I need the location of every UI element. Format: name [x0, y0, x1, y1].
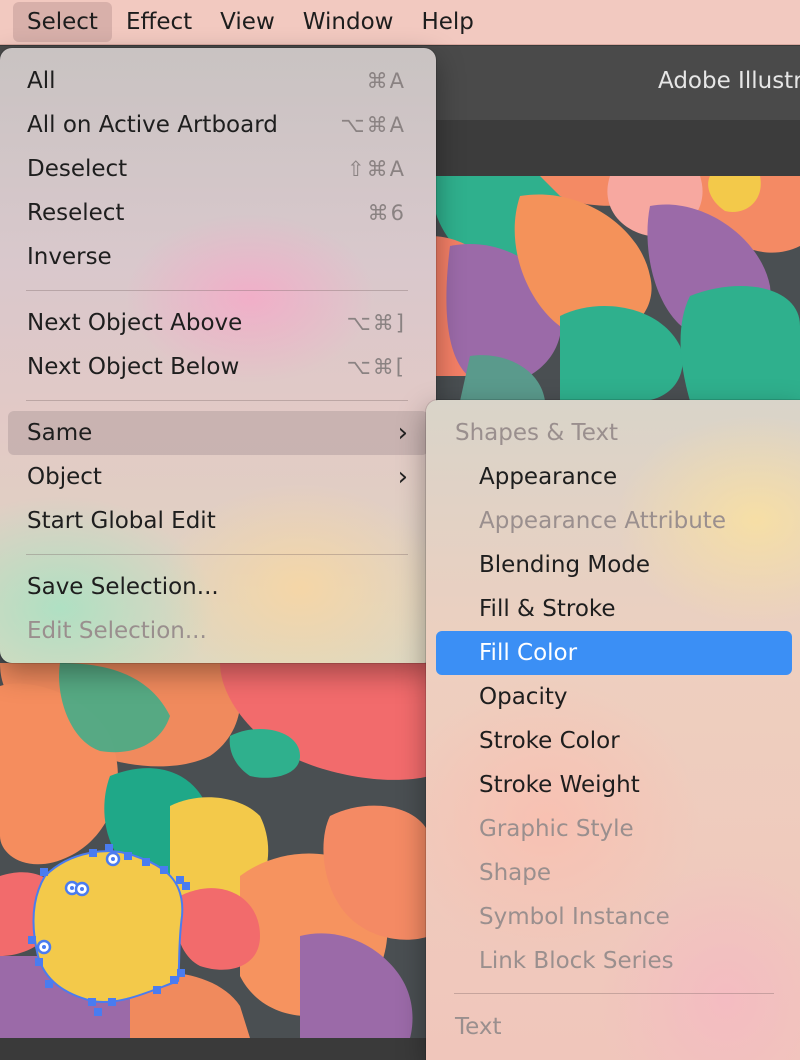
menu-item-all[interactable]: All ⌘A: [8, 59, 428, 103]
submenu-item-appearance-attribute: Appearance Attribute: [479, 508, 726, 534]
menu-item-all-on-active-artboard[interactable]: All on Active Artboard ⌥⌘A: [8, 103, 428, 147]
submenu-item-link-block-series: Link Block Series: [479, 948, 674, 974]
menu-item-edit-selection: Edit Selection...: [8, 609, 428, 653]
menu-item-label: All: [27, 68, 56, 94]
submenu-item-shape: Shape: [479, 860, 552, 886]
menu-separator: [454, 993, 774, 994]
menu-item-label: Same: [27, 420, 93, 446]
submenu-item-fill-stroke[interactable]: Fill & Stroke: [436, 587, 792, 631]
shortcut-label: ⌥⌘A: [340, 113, 406, 137]
submenu-item-blending-mode[interactable]: Blending Mode: [436, 543, 792, 587]
shortcut-label: ⌘A: [366, 69, 406, 93]
chevron-right-icon: ›: [397, 418, 408, 448]
shortcut-label: ⌥⌘[: [346, 355, 406, 379]
submenu-item-opacity[interactable]: Opacity: [436, 675, 792, 719]
selected-shape: [32, 850, 184, 1003]
menu-separator: [26, 400, 408, 401]
menu-item-save-selection[interactable]: Save Selection...: [8, 565, 428, 609]
submenu-item-fill-color[interactable]: Fill Color: [436, 631, 792, 675]
menu-item-label: Next Object Below: [27, 354, 240, 380]
menu-item-next-object-above[interactable]: Next Object Above ⌥⌘]: [8, 301, 428, 345]
menu-item-label: All on Active Artboard: [27, 112, 278, 138]
menu-item-start-global-edit[interactable]: Start Global Edit: [8, 499, 428, 543]
shortcut-label: ⌥⌘]: [346, 311, 406, 335]
menubar-window[interactable]: Window: [289, 0, 408, 44]
submenu-header-text: Text: [455, 1014, 502, 1040]
menu-item-label: Next Object Above: [27, 310, 243, 336]
menu-item-reselect[interactable]: Reselect ⌘6: [8, 191, 428, 235]
menubar-effect[interactable]: Effect: [112, 0, 206, 44]
shortcut-label: ⇧⌘A: [347, 157, 406, 181]
menu-item-same[interactable]: Same ›: [8, 411, 428, 455]
menu-item-label: Object: [27, 464, 102, 490]
same-submenu: Shapes & Text Appearance Appearance Attr…: [426, 400, 800, 1060]
select-menu: All ⌘A All on Active Artboard ⌥⌘A Desele…: [0, 48, 436, 663]
menu-item-label: Edit Selection...: [27, 618, 207, 644]
menu-item-next-object-below[interactable]: Next Object Below ⌥⌘[: [8, 345, 428, 389]
menubar: Select Effect View Window Help: [0, 0, 800, 45]
menu-item-object[interactable]: Object ›: [8, 455, 428, 499]
menubar-select[interactable]: Select: [13, 2, 112, 42]
submenu-item-symbol-instance: Symbol Instance: [479, 904, 670, 930]
menu-item-label: Start Global Edit: [27, 508, 216, 534]
chevron-right-icon: ›: [397, 462, 408, 492]
menu-separator: [26, 554, 408, 555]
menubar-help[interactable]: Help: [407, 0, 487, 44]
submenu-item-graphic-style: Graphic Style: [479, 816, 634, 842]
submenu-item-stroke-color[interactable]: Stroke Color: [436, 719, 792, 763]
shortcut-label: ⌘6: [367, 201, 406, 225]
submenu-item-stroke-weight[interactable]: Stroke Weight: [436, 763, 792, 807]
menu-separator: [26, 290, 408, 291]
menu-item-label: Inverse: [27, 244, 112, 270]
submenu-item-appearance[interactable]: Appearance: [436, 455, 792, 499]
menu-item-label: Save Selection...: [27, 574, 219, 600]
submenu-header-shapes-text: Shapes & Text: [455, 420, 619, 446]
menu-item-inverse[interactable]: Inverse: [8, 235, 428, 279]
app-title: Adobe Illustr: [658, 68, 800, 94]
menu-item-label: Reselect: [27, 200, 125, 226]
menu-item-deselect[interactable]: Deselect ⇧⌘A: [8, 147, 428, 191]
menubar-view[interactable]: View: [206, 0, 289, 44]
menu-item-label: Deselect: [27, 156, 128, 182]
